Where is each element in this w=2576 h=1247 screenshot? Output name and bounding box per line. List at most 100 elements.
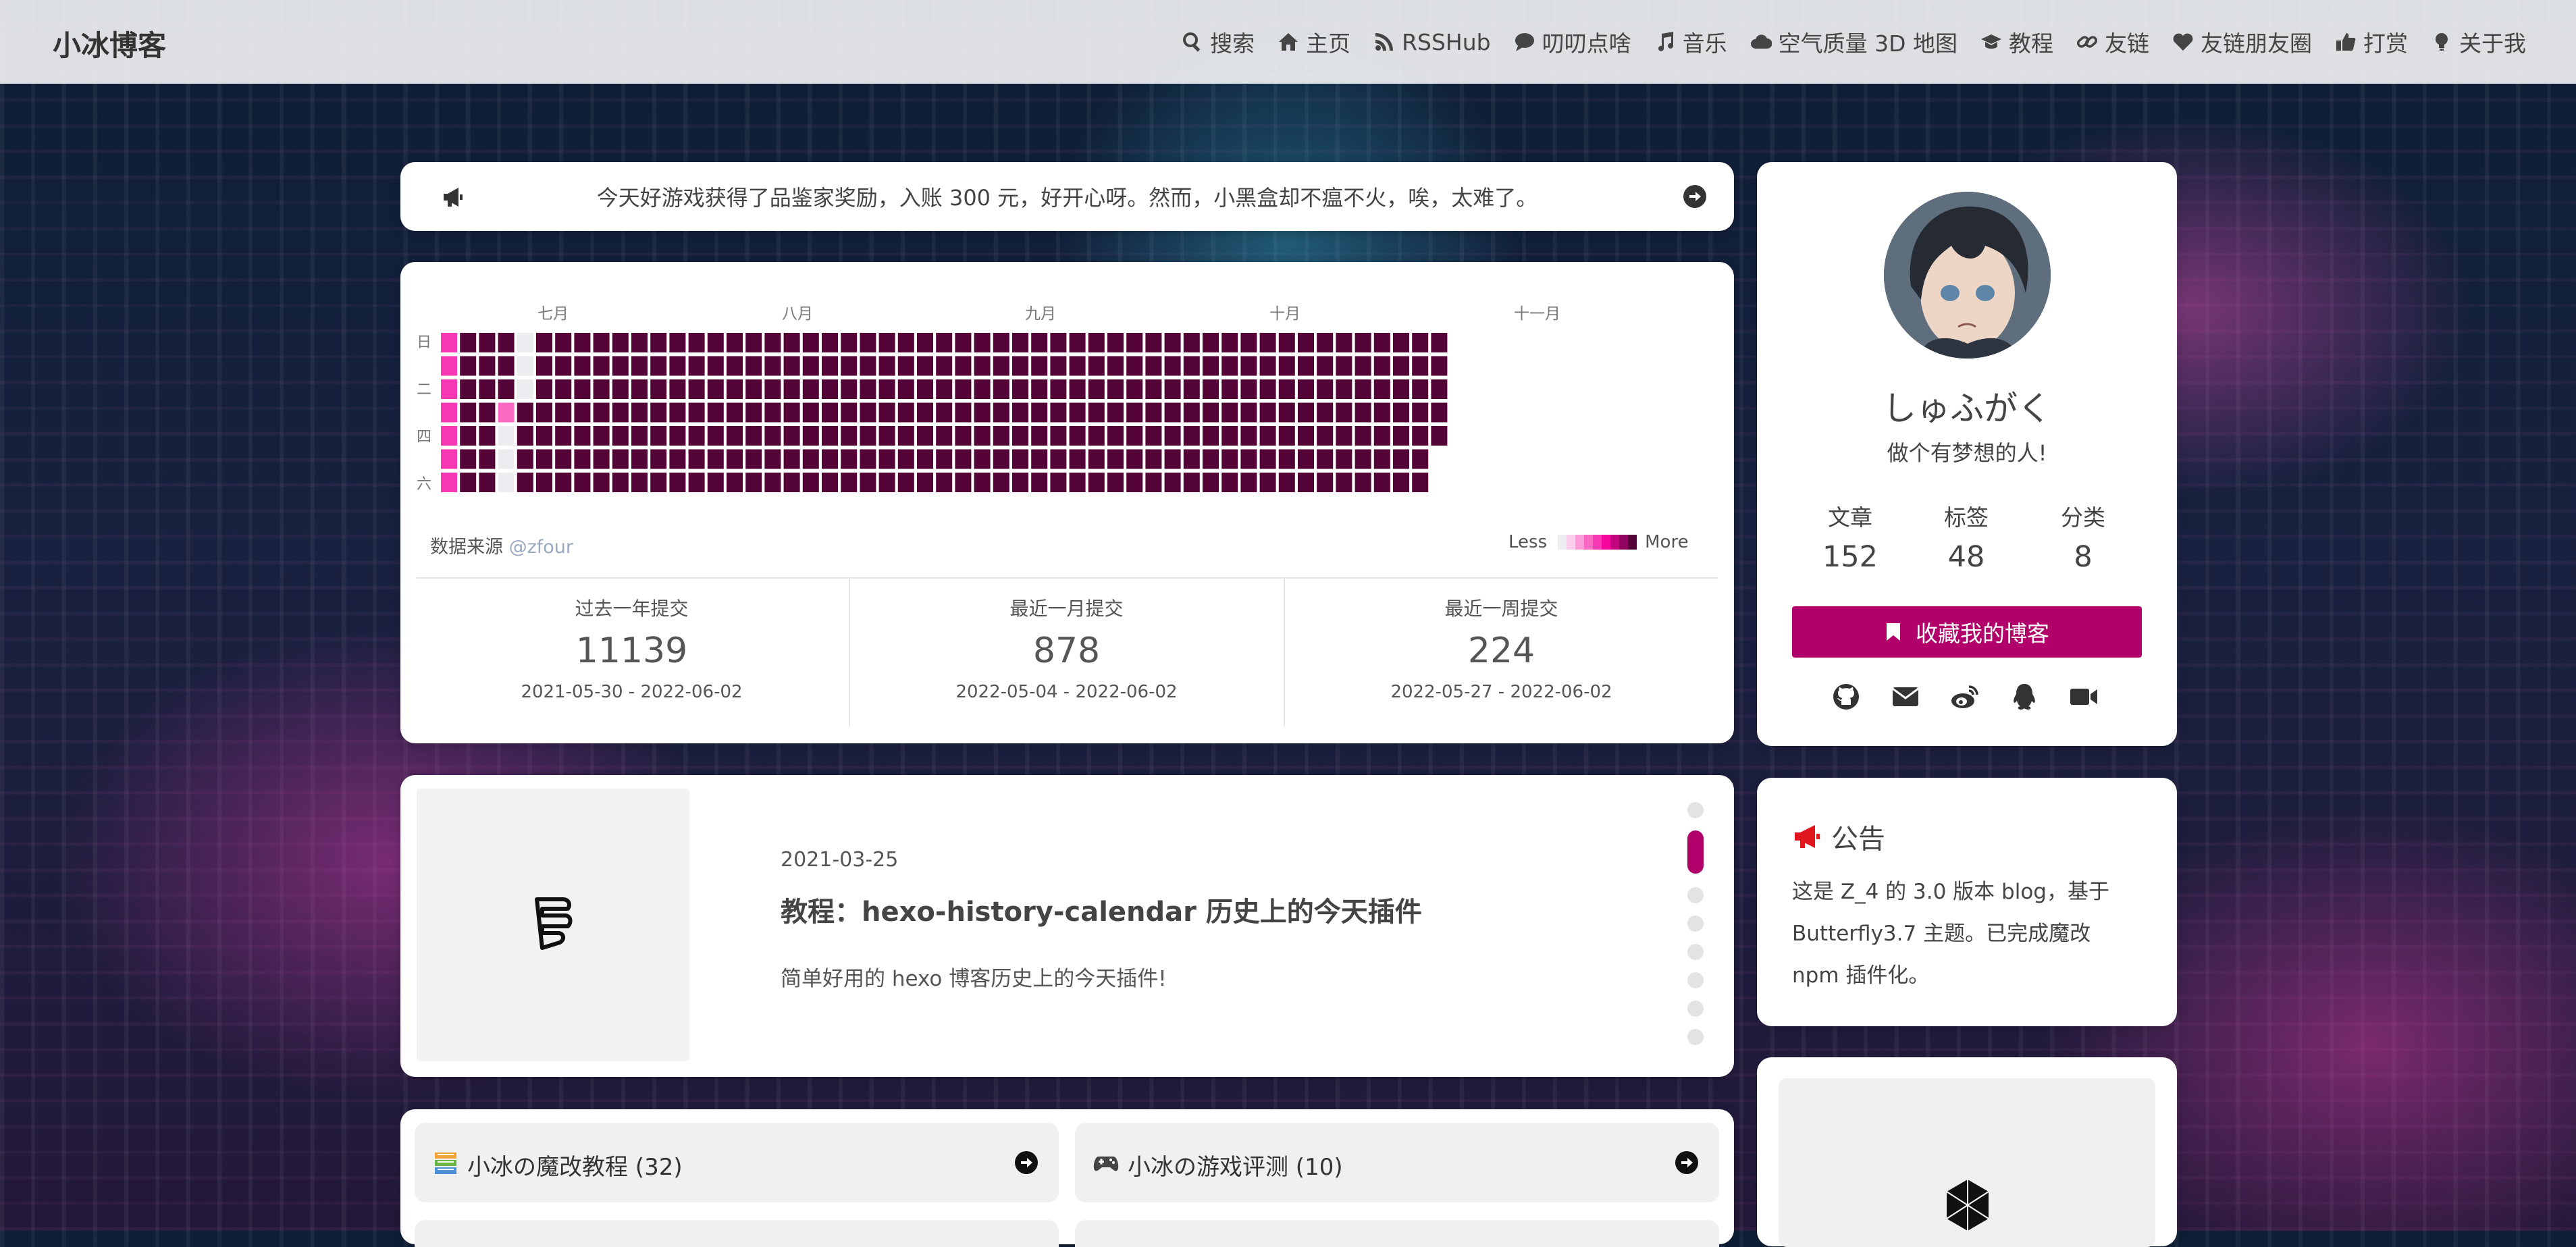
post-thumbnail[interactable] bbox=[417, 789, 689, 1061]
contribution-cell[interactable] bbox=[1240, 379, 1257, 399]
contribution-cell[interactable] bbox=[1240, 333, 1257, 352]
contribution-cell[interactable] bbox=[1259, 333, 1276, 352]
contribution-cell[interactable] bbox=[555, 449, 572, 469]
contribution-cell[interactable] bbox=[1126, 449, 1143, 469]
contribution-cell[interactable] bbox=[841, 333, 858, 352]
contribution-cell[interactable] bbox=[1050, 379, 1067, 399]
contribution-cell[interactable] bbox=[517, 356, 533, 376]
contribution-cell[interactable] bbox=[1107, 402, 1124, 423]
contribution-cell[interactable] bbox=[1031, 379, 1048, 399]
contribution-cell[interactable] bbox=[1221, 402, 1238, 423]
contribution-cell[interactable] bbox=[1373, 426, 1390, 446]
category-button[interactable] bbox=[415, 1220, 1059, 1247]
contribution-cell[interactable] bbox=[1431, 379, 1448, 399]
contribution-cell[interactable] bbox=[574, 356, 591, 376]
contribution-cell[interactable] bbox=[860, 379, 876, 399]
contribution-cell[interactable] bbox=[1203, 333, 1219, 352]
contribution-cell[interactable] bbox=[1259, 379, 1276, 399]
contribution-cell[interactable] bbox=[764, 402, 781, 423]
contribution-cell[interactable] bbox=[631, 426, 648, 446]
contribution-cell[interactable] bbox=[822, 473, 838, 492]
widget-image[interactable] bbox=[1779, 1078, 2155, 1247]
contribution-cell[interactable] bbox=[745, 449, 762, 469]
contribution-cell[interactable] bbox=[707, 379, 724, 399]
contribution-cell[interactable] bbox=[936, 333, 953, 352]
contribution-cell[interactable] bbox=[802, 449, 819, 469]
contribution-cell[interactable] bbox=[1126, 356, 1143, 376]
video-camera-icon[interactable] bbox=[2069, 682, 2099, 712]
contribution-cell[interactable] bbox=[1336, 379, 1352, 399]
envelope-icon[interactable] bbox=[1891, 682, 1920, 712]
carousel-dot[interactable] bbox=[1687, 1029, 1704, 1045]
contribution-cell[interactable] bbox=[574, 402, 591, 423]
contribution-cell[interactable] bbox=[498, 379, 515, 399]
contribution-cell[interactable] bbox=[593, 402, 610, 423]
contribution-cell[interactable] bbox=[612, 449, 629, 469]
contribution-cell[interactable] bbox=[1164, 356, 1181, 376]
contribution-cell[interactable] bbox=[955, 356, 972, 376]
contribution-cell[interactable] bbox=[1355, 402, 1371, 423]
contribution-cell[interactable] bbox=[822, 402, 838, 423]
contribution-cell[interactable] bbox=[1393, 426, 1409, 446]
contribution-cell[interactable] bbox=[802, 379, 819, 399]
contribution-cell[interactable] bbox=[1298, 379, 1314, 399]
contribution-cell[interactable] bbox=[1240, 449, 1257, 469]
site-name[interactable]: 小冰博客 bbox=[53, 23, 166, 64]
contribution-cell[interactable] bbox=[1336, 333, 1352, 352]
contribution-cell[interactable] bbox=[650, 333, 667, 352]
contribution-cell[interactable] bbox=[1393, 356, 1409, 376]
contribution-cell[interactable] bbox=[1069, 333, 1086, 352]
contribution-cell[interactable] bbox=[1355, 449, 1371, 469]
contribution-cell[interactable] bbox=[612, 402, 629, 423]
contribution-cell[interactable] bbox=[1183, 473, 1200, 492]
contribution-cell[interactable] bbox=[460, 426, 477, 446]
contribution-cell[interactable] bbox=[974, 449, 991, 469]
contribution-cell[interactable] bbox=[1278, 356, 1295, 376]
bookmark-blog-button[interactable]: 收藏我的博客 bbox=[1792, 606, 2142, 658]
contribution-cell[interactable] bbox=[1012, 379, 1028, 399]
contribution-cell[interactable] bbox=[517, 426, 533, 446]
contribution-cell[interactable] bbox=[593, 379, 610, 399]
contribution-cell[interactable] bbox=[441, 333, 457, 352]
contribution-cell[interactable] bbox=[1031, 426, 1048, 446]
contribution-cell[interactable] bbox=[1373, 356, 1390, 376]
contribution-cell[interactable] bbox=[1259, 449, 1276, 469]
contribution-cell[interactable] bbox=[707, 473, 724, 492]
contribution-cell[interactable] bbox=[1393, 402, 1409, 423]
contribution-cell[interactable] bbox=[1355, 379, 1371, 399]
contribution-cell[interactable] bbox=[1069, 473, 1086, 492]
contribution-cell[interactable] bbox=[1317, 356, 1334, 376]
contribution-cell[interactable] bbox=[822, 333, 838, 352]
contribution-cell[interactable] bbox=[917, 356, 933, 376]
contribution-cell[interactable] bbox=[1412, 449, 1429, 469]
contribution-cell[interactable] bbox=[1088, 402, 1105, 423]
contribution-cell[interactable] bbox=[612, 333, 629, 352]
nav-item-tutorial[interactable]: 教程 bbox=[1980, 26, 2053, 58]
contribution-cell[interactable] bbox=[936, 426, 953, 446]
contribution-cell[interactable] bbox=[1393, 333, 1409, 352]
notice-bar[interactable]: 今天好游戏获得了品鉴家奖励，入账 300 元，好开心呀。然而，小黑盒却不瘟不火，… bbox=[400, 162, 1734, 231]
contribution-cell[interactable] bbox=[574, 449, 591, 469]
contribution-cell[interactable] bbox=[764, 473, 781, 492]
contribution-cell[interactable] bbox=[1221, 426, 1238, 446]
contribution-cell[interactable] bbox=[593, 356, 610, 376]
contribution-cell[interactable] bbox=[650, 402, 667, 423]
contribution-cell[interactable] bbox=[1050, 356, 1067, 376]
contribution-cell[interactable] bbox=[1259, 426, 1276, 446]
contribution-cell[interactable] bbox=[688, 473, 705, 492]
contribution-cell[interactable] bbox=[707, 333, 724, 352]
contribution-cell[interactable] bbox=[498, 449, 515, 469]
contribution-cell[interactable] bbox=[1031, 449, 1048, 469]
contribution-cell[interactable] bbox=[707, 449, 724, 469]
contribution-cell[interactable] bbox=[860, 473, 876, 492]
contribution-cell[interactable] bbox=[1012, 449, 1028, 469]
carousel-dot[interactable] bbox=[1687, 1001, 1704, 1017]
contribution-cell[interactable] bbox=[1107, 379, 1124, 399]
contribution-cell[interactable] bbox=[441, 449, 457, 469]
contribution-cell[interactable] bbox=[1317, 473, 1334, 492]
contribution-cell[interactable] bbox=[974, 379, 991, 399]
contribution-cell[interactable] bbox=[878, 402, 895, 423]
carousel-dot[interactable] bbox=[1687, 916, 1704, 932]
contribution-cell[interactable] bbox=[860, 333, 876, 352]
contribution-cell[interactable] bbox=[1145, 473, 1162, 492]
